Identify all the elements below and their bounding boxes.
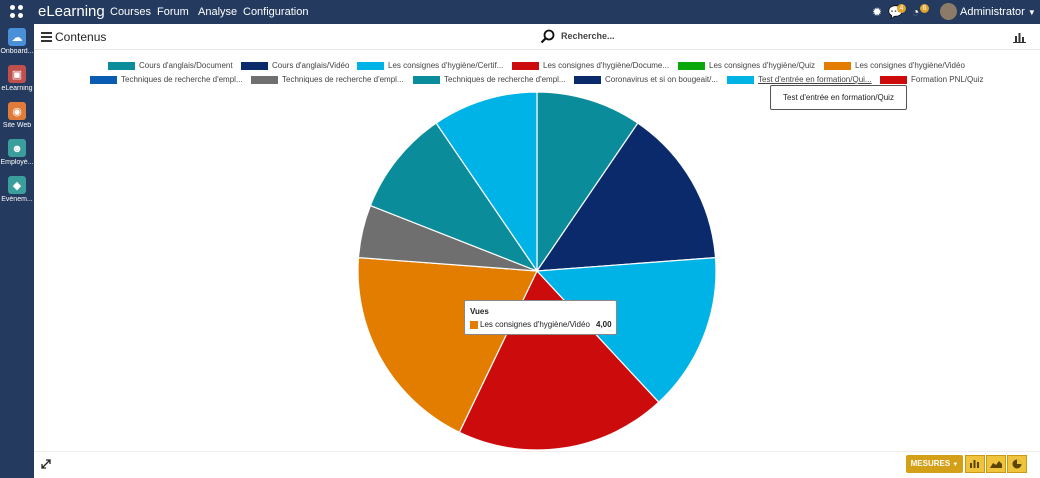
bug-icon[interactable]: ✹ (872, 5, 882, 19)
caret-down-icon: ▼ (1027, 8, 1036, 17)
tooltip-value: 4,00 (596, 320, 612, 329)
legend-label: Techniques de recherche d'empl... (121, 75, 243, 84)
legend-swatch (357, 62, 384, 70)
apps-sidebar: ☁ Onboard... ▣ eLearning ◉ Site Web ☻ Em… (0, 24, 34, 478)
globe-icon: ◉ (8, 102, 26, 120)
legend-label: Les consignes d'hygiène/Vidéo (855, 61, 965, 70)
legend-swatch (824, 62, 851, 70)
legend-swatch (574, 76, 601, 84)
measures-dropdown[interactable]: MESURES ▼ (906, 455, 963, 473)
users-icon: ☻ (8, 139, 26, 157)
tag-icon: ◆ (8, 176, 26, 194)
legend-tooltip: Test d'entrée en formation/Quiz (770, 85, 907, 110)
menu-forum[interactable]: Forum (157, 6, 189, 18)
caret-down-icon: ▼ (952, 462, 959, 468)
pie-slice[interactable] (357, 204, 538, 272)
page-title: Contenus (55, 30, 107, 44)
app-label: eLearning (1, 85, 33, 92)
bar-chart-icon (970, 460, 979, 468)
pie-chart (357, 91, 717, 451)
pie-slice[interactable] (369, 122, 539, 273)
app-website[interactable]: ◉ Site Web (0, 100, 34, 138)
divider (34, 451, 1040, 452)
clock-icon[interactable]: ◔ (912, 5, 919, 19)
bar-chart-icon[interactable] (1013, 32, 1026, 43)
app-label: Employé... (0, 159, 34, 166)
legend-swatch (512, 62, 539, 70)
legend-label: Cours d'anglais/Vidéo (272, 61, 350, 70)
legend-label: Formation PNL/Quiz (911, 75, 984, 84)
legend-swatch (108, 62, 135, 70)
app-onboarding[interactable]: ☁ Onboard... (0, 26, 34, 64)
legend-label: Test d'entrée en formation/Qui... (758, 75, 872, 84)
legend-label: Les consignes d'hygiène/Docume... (543, 61, 670, 70)
legend-swatch (251, 76, 278, 84)
legend-label: Cours d'anglais/Document (139, 61, 233, 70)
menu-courses[interactable]: Courses (110, 6, 151, 18)
expand-icon[interactable] (41, 459, 51, 469)
legend-swatch (727, 76, 754, 84)
line-chart-view-button[interactable] (986, 455, 1006, 473)
user-avatar[interactable] (940, 3, 957, 20)
cloud-icon: ☁ (8, 28, 26, 46)
legend-swatch (413, 76, 440, 84)
legend-label: Les consignes d'hygiène/Quiz (709, 61, 816, 70)
user-menu[interactable]: Administrator ▼ (960, 6, 1036, 18)
legend-swatch (678, 62, 705, 70)
legend-label: Techniques de recherche d'empl... (444, 75, 566, 84)
app-events[interactable]: ◆ Évènem... (0, 174, 34, 212)
hamburger-icon[interactable] (41, 32, 52, 42)
app-elearning[interactable]: ▣ eLearning (0, 63, 34, 101)
top-navbar: eLearning Courses Forum Analyse Configur… (0, 0, 1040, 24)
legend-label: Techniques de recherche d'empl... (282, 75, 404, 84)
app-label: Évènem... (1, 196, 33, 203)
measures-label: MESURES (910, 459, 951, 468)
slice-tooltip: Vues Les consignes d'hygiène/Vidéo 4,00 (464, 300, 617, 335)
user-name: Administrator (960, 6, 1025, 18)
tooltip-title: Vues (470, 307, 489, 316)
pie-slice[interactable] (458, 269, 660, 451)
divider (34, 49, 1040, 50)
tooltip-swatch (470, 321, 478, 329)
apps-menu-icon[interactable] (10, 5, 24, 19)
app-label: Onboard... (0, 48, 34, 55)
legend-swatch (90, 76, 117, 84)
legend-label: Coronavirus et si on bougeait/... (605, 75, 718, 84)
search-input[interactable]: Recherche... (561, 31, 615, 41)
pie-slice[interactable] (357, 256, 538, 434)
legend-swatch (880, 76, 907, 84)
menu-configuration[interactable]: Configuration (243, 6, 308, 18)
app-label: Site Web (2, 122, 32, 129)
area-chart-icon (990, 461, 1002, 468)
pie-slice[interactable] (435, 91, 538, 273)
activities-badge: 6 (920, 4, 929, 13)
legend-label: Les consignes d'hygiène/Certif... (388, 61, 504, 70)
pie-chart-view-button[interactable] (1007, 455, 1027, 473)
pie-slice[interactable] (535, 122, 717, 272)
legend-swatch (241, 62, 268, 70)
elearning-icon: ▣ (8, 65, 26, 83)
bar-chart-view-button[interactable] (965, 455, 985, 473)
messages-badge: 4 (897, 4, 906, 13)
pie-slice[interactable] (536, 91, 639, 273)
app-brand[interactable]: eLearning (38, 3, 105, 20)
pie-chart-icon (1012, 459, 1022, 469)
app-employees[interactable]: ☻ Employé... (0, 137, 34, 175)
menu-analyse[interactable]: Analyse (198, 6, 237, 18)
search-icon[interactable] (540, 29, 555, 44)
tooltip-series-name: Les consignes d'hygiène/Vidéo (480, 320, 590, 329)
